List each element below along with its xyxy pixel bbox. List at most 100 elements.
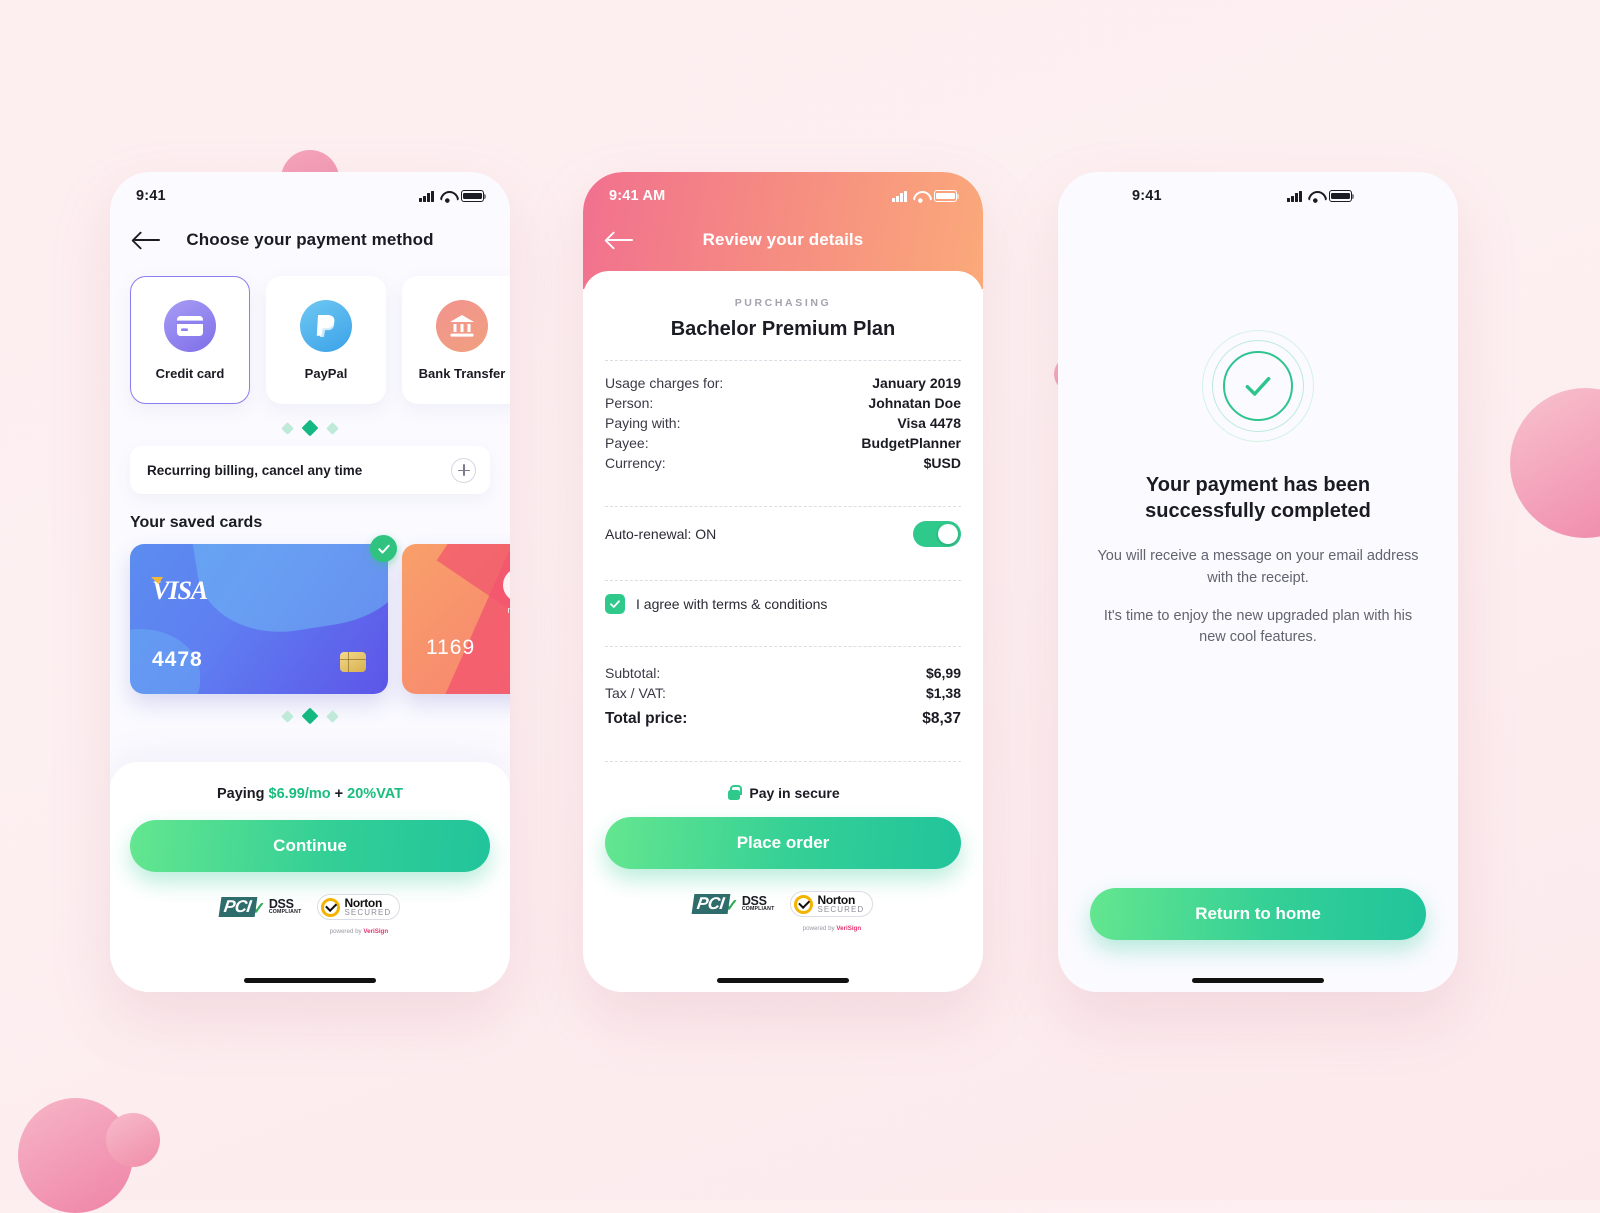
plus-icon[interactable] [451, 457, 476, 483]
lock-icon [726, 784, 742, 801]
norton-check-icon [794, 894, 814, 914]
check-circle-icon [370, 535, 397, 562]
payment-method-credit-card[interactable]: Credit card [130, 276, 250, 404]
pay-in-secure-label: Pay in secure [749, 784, 840, 801]
paying-summary: Paying $6.99/mo + 20%VAT [130, 786, 490, 802]
grand-total-key: Total price: [605, 710, 688, 727]
total-row: Subtotal: $6,99 [605, 665, 961, 681]
auto-renewal-row[interactable]: Auto-renewal: ON [605, 507, 961, 561]
saved-cards-title: Your saved cards [130, 514, 263, 531]
paying-prefix: Paying [216, 786, 269, 802]
success-paragraph-2: It's time to enjoy the new upgraded plan… [1103, 607, 1413, 646]
pager-dot-active[interactable] [301, 707, 319, 725]
terms-checkbox[interactable] [605, 594, 625, 614]
pager-dot[interactable] [326, 709, 339, 723]
signal-icon [892, 190, 907, 202]
phone-screen-review-details: 9:41 AM Review your details PURCHASING B… [583, 172, 983, 992]
battery-icon [461, 190, 487, 202]
detail-value: $USD [923, 455, 961, 471]
paypal-icon [300, 299, 352, 352]
detail-key: Paying with: [605, 415, 681, 431]
pager-dot[interactable] [326, 421, 339, 435]
pci-mark: PCI [691, 893, 730, 914]
payment-method-label: Credit card [155, 365, 225, 381]
pci-dss-badge: PCI ✓ DSS COMPLIANT [218, 894, 302, 919]
pager-dot[interactable] [281, 421, 294, 435]
saved-card-visa[interactable]: VISA 4478 [130, 544, 388, 694]
purchasing-eyebrow: PURCHASING [734, 297, 832, 309]
status-bar: 9:41 AM [583, 172, 983, 212]
detail-row: Paying with: Visa 4478 [605, 415, 961, 431]
payment-method-paypal[interactable]: PayPal [266, 276, 386, 404]
check-circle-icon [1202, 330, 1314, 442]
continue-button[interactable]: Continue [130, 820, 490, 872]
pager-dot[interactable] [281, 709, 294, 723]
norton-subtitle: SECURED [344, 908, 392, 917]
detail-key: Usage charges for: [605, 375, 724, 391]
detail-value: Visa 4478 [897, 415, 961, 431]
wifi-icon [1308, 191, 1323, 202]
battery-icon [1329, 190, 1355, 202]
divider [605, 761, 961, 762]
saved-card-mastercard[interactable]: mastercard 1169 [402, 544, 510, 694]
detail-key: Currency: [605, 455, 666, 471]
navigation-bar: Choose your payment method [110, 212, 510, 260]
place-order-button[interactable]: Place order [605, 817, 961, 869]
pci-compliant-text: COMPLIANT [741, 906, 775, 913]
total-value: $6,99 [925, 665, 961, 681]
bank-icon [436, 299, 488, 352]
back-button[interactable] [607, 230, 635, 250]
card-chip-icon [340, 652, 366, 672]
saved-cards-carousel[interactable]: VISA 4478 mastercard 1169 [110, 532, 510, 694]
pay-in-secure-row: Pay in secure [605, 784, 961, 801]
detail-key: Person: [605, 395, 654, 411]
purchase-details-list: Usage charges for: January 2019 Person: … [605, 361, 961, 487]
signal-icon [1287, 190, 1302, 202]
return-to-home-button[interactable]: Return to home [1090, 888, 1426, 940]
wifi-icon [913, 191, 928, 202]
norton-powered-by: powered by VeriSign [803, 925, 861, 932]
saved-cards-pager[interactable] [110, 707, 510, 725]
page-title: Choose your payment method [186, 230, 434, 249]
recurring-billing-row[interactable]: Recurring billing, cancel any time [130, 446, 490, 494]
pager-dot-active[interactable] [301, 419, 319, 437]
checkout-footer: Paying $6.99/mo + 20%VAT Continue PCI ✓ … [110, 762, 510, 992]
status-bar: 9:41 [1074, 172, 1410, 212]
home-indicator [244, 978, 376, 983]
card-number: 4478 [152, 648, 203, 671]
detail-value: January 2019 [872, 375, 961, 391]
total-key: Tax / VAT: [605, 685, 666, 701]
detail-row: Currency: $USD [605, 455, 961, 471]
terms-row[interactable]: I agree with terms & conditions [605, 581, 961, 627]
total-key: Subtotal: [605, 665, 661, 681]
page-title: Review your details [702, 230, 864, 249]
total-value: $1,38 [925, 685, 961, 701]
detail-row: Payee: BudgetPlanner [605, 435, 961, 451]
toggle-knob [938, 524, 958, 544]
credit-card-icon [164, 299, 216, 352]
detail-key: Payee: [605, 435, 649, 451]
detail-value: BudgetPlanner [861, 435, 961, 451]
inner-ring [1223, 351, 1293, 421]
payment-method-pager[interactable] [110, 419, 510, 437]
pci-mark: PCI [218, 896, 257, 917]
auto-renewal-toggle[interactable] [913, 521, 961, 547]
home-indicator [1192, 978, 1324, 983]
payment-method-label: PayPal [304, 365, 348, 381]
phone-screen-payment-success: 9:41 Your payment has been successfully … [1058, 172, 1458, 992]
paying-plus: + [330, 786, 348, 802]
pci-dss-badge: PCI ✓ DSS COMPLIANT [691, 891, 775, 916]
paying-amount: $6.99/mo [268, 786, 331, 802]
norton-powered-prefix: powered by [802, 925, 837, 932]
battery-icon [934, 190, 960, 202]
trust-badges: PCI ✓ DSS COMPLIANT Norton SECURED power… [130, 894, 490, 938]
review-sheet: PURCHASING Bachelor Premium Plan Usage c… [583, 271, 983, 992]
success-paragraph-1: You will receive a message on your email… [1097, 548, 1419, 586]
signal-icon [419, 190, 434, 202]
terms-label: I agree with terms & conditions [636, 596, 828, 612]
navigation-bar: Review your details [583, 212, 983, 260]
pci-compliant-text: COMPLIANT [268, 909, 302, 916]
payment-method-bank-transfer[interactable]: Bank Transfer [402, 276, 510, 404]
payment-method-list[interactable]: Credit card PayPal Bank Transfer [110, 260, 510, 404]
back-button[interactable] [134, 230, 162, 250]
